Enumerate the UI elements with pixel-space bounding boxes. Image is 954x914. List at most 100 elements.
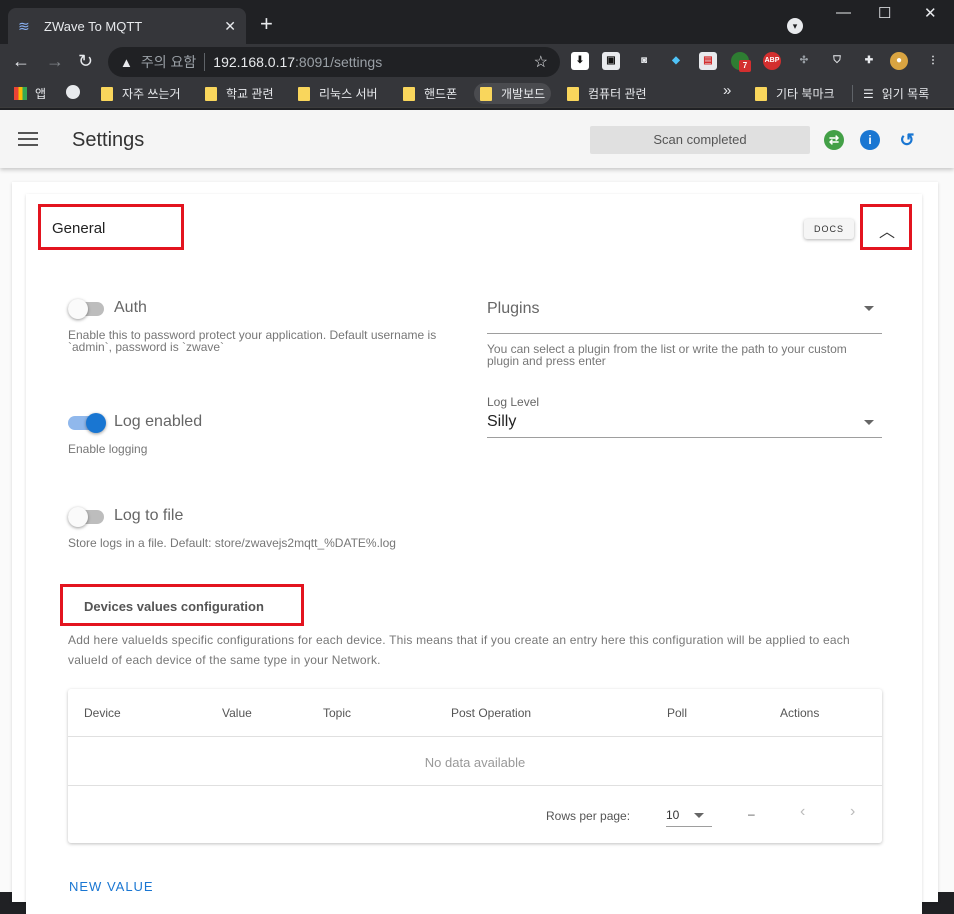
folder-icon: [205, 86, 217, 101]
bookmark-folder-phone[interactable]: 핸드폰: [403, 85, 457, 102]
log-enabled-label: Log enabled: [114, 413, 203, 430]
log-level-caption: Log Level: [487, 395, 540, 409]
footer-divider: [68, 785, 882, 786]
tab-close-icon[interactable]: ✕: [224, 18, 236, 35]
forward-icon[interactable]: →: [46, 50, 64, 72]
bookmark-apps[interactable]: 앱: [14, 85, 46, 102]
no-data-text: No data available: [424, 755, 526, 770]
address-bar[interactable]: ▲ 주의 요함 192.168.0.17 :8091/settings ☆: [108, 47, 560, 77]
swap-icon[interactable]: ⇄: [824, 130, 844, 150]
plugins-select[interactable]: Plugins: [487, 293, 882, 334]
scan-status: Scan completed: [590, 126, 810, 154]
back-icon[interactable]: ←: [12, 50, 30, 72]
browser-menu-icon[interactable]: ⋮: [924, 52, 942, 70]
menu-icon[interactable]: [18, 132, 38, 150]
address-divider: [204, 53, 206, 71]
column-header-device[interactable]: Device: [84, 706, 121, 720]
bookmark-star-icon[interactable]: ☆: [534, 52, 548, 72]
switch-knob: [68, 507, 88, 527]
folder-icon: [755, 86, 767, 101]
bookmark-label: 핸드폰: [424, 87, 458, 101]
pip-extension-icon[interactable]: ▣: [602, 52, 620, 70]
bookmark-folder-devboard[interactable]: 개발보드: [474, 83, 552, 104]
security-warning[interactable]: 주의 요함: [141, 52, 196, 72]
ublock-extension-icon[interactable]: 7: [731, 52, 751, 72]
auth-switch[interactable]: [68, 299, 104, 319]
download-extension-icon[interactable]: ⬇: [571, 52, 589, 70]
shield-extension-icon[interactable]: ⛉: [828, 52, 846, 70]
zwave-favicon-icon: ≋: [18, 18, 30, 34]
bookmark-label: 개발보드: [501, 87, 546, 101]
browser-tab[interactable]: ≋ ZWave To MQTT ✕: [8, 8, 246, 44]
column-header-post-operation[interactable]: Post Operation: [451, 706, 531, 720]
puzzle-extension-icon-2[interactable]: ✣: [795, 52, 813, 70]
plugins-placeholder: Plugins: [487, 300, 540, 317]
camera-extension-icon[interactable]: ◙: [635, 52, 653, 70]
cast-extension-icon[interactable]: ▤: [699, 52, 717, 70]
app-bar: Settings Scan completed ⇄ i ↺: [0, 110, 954, 168]
folder-icon: [298, 86, 310, 101]
dropdown-arrow-icon: [864, 420, 874, 425]
tab-search-icon[interactable]: ▾: [787, 18, 803, 34]
log-enabled-switch[interactable]: [68, 413, 106, 433]
bookmark-folder-school[interactable]: 학교 관련: [205, 85, 274, 102]
docs-button[interactable]: DOCS: [804, 219, 854, 239]
dropdown-arrow-icon: [864, 306, 874, 311]
devices-values-table: Device Value Topic Post Operation Poll A…: [68, 689, 882, 843]
folder-icon: [567, 86, 579, 101]
log-level-value: Silly: [487, 413, 517, 430]
minimize-icon[interactable]: —: [836, 4, 851, 21]
plugins-hint: You can select a plugin from the list or…: [487, 342, 847, 368]
collapse-chevron-icon[interactable]: ︿: [879, 218, 895, 242]
window-close-icon[interactable]: ✕: [924, 4, 937, 22]
adblock-extension-icon[interactable]: ABP: [763, 52, 781, 70]
address-host: 192.168.0.17: [213, 54, 296, 70]
bookmarks-bar: 앱 자주 쓰는거 학교 관련 리눅스 서버 핸드폰 개발보드 컴퓨터 관련 » …: [0, 79, 954, 108]
new-tab-button[interactable]: +: [260, 12, 273, 36]
dropdown-arrow-icon: [694, 813, 704, 818]
bookmark-folder-frequent[interactable]: 자주 쓰는거: [101, 85, 181, 102]
maximize-icon[interactable]: ☐: [878, 4, 891, 22]
ublock-badge: 7: [739, 60, 751, 72]
bookmark-folder-computer[interactable]: 컴퓨터 관련: [567, 85, 647, 102]
bookmark-label: 학교 관련: [226, 87, 274, 101]
folder-icon: [403, 86, 415, 101]
devices-config-description: Add here valueIds specific configuration…: [68, 633, 850, 667]
reading-list-button[interactable]: ☰ 읽기 목록: [852, 85, 929, 102]
bookmark-label: 컴퓨터 관련: [588, 87, 647, 101]
history-icon[interactable]: ↺: [897, 130, 917, 150]
profile-avatar[interactable]: ●: [890, 52, 908, 70]
gem-extension-icon[interactable]: ◆: [667, 52, 685, 70]
bookmark-folder-linux[interactable]: 리눅스 서버: [298, 85, 378, 102]
tab-title: ZWave To MQTT: [44, 18, 143, 34]
warning-icon[interactable]: ▲: [120, 55, 133, 70]
next-page-icon[interactable]: ›: [850, 803, 855, 821]
column-header-topic[interactable]: Topic: [323, 706, 351, 720]
bookmarks-overflow-button[interactable]: »: [723, 82, 731, 99]
switch-knob: [86, 413, 106, 433]
column-header-actions: Actions: [780, 706, 820, 720]
apps-grid-icon: [14, 87, 27, 100]
folder-icon: [101, 86, 113, 101]
rows-per-page-label: Rows per page:: [546, 809, 631, 823]
bookmark-label: 자주 쓰는거: [122, 87, 181, 101]
bookmark-globe[interactable]: [66, 85, 80, 99]
column-header-poll[interactable]: Poll: [667, 706, 687, 720]
extensions-puzzle-icon[interactable]: ✚: [860, 52, 878, 70]
rows-per-page-select[interactable]: 10: [666, 805, 712, 827]
info-icon[interactable]: i: [860, 130, 880, 150]
bookmark-label: 리눅스 서버: [319, 87, 378, 101]
switch-knob: [68, 299, 88, 319]
previous-page-icon[interactable]: ‹: [800, 803, 805, 821]
browser-toolbar: ← → ↻ ▲ 주의 요함 192.168.0.17 :8091/setting…: [0, 44, 954, 79]
log-to-file-switch[interactable]: [68, 507, 104, 527]
reload-icon[interactable]: ↻: [78, 50, 93, 72]
general-title[interactable]: General: [52, 220, 105, 237]
auth-label: Auth: [114, 299, 147, 316]
log-level-select[interactable]: Silly: [487, 410, 882, 438]
bookmark-folder-other[interactable]: 기타 북마크: [755, 85, 835, 102]
log-enabled-hint: Enable logging: [68, 442, 148, 456]
column-header-value[interactable]: Value: [222, 706, 252, 720]
devices-config-title: Devices values configuration: [84, 599, 264, 614]
browser-tabstrip: ≋ ZWave To MQTT ✕ + ▾ — ☐ ✕: [0, 0, 954, 44]
